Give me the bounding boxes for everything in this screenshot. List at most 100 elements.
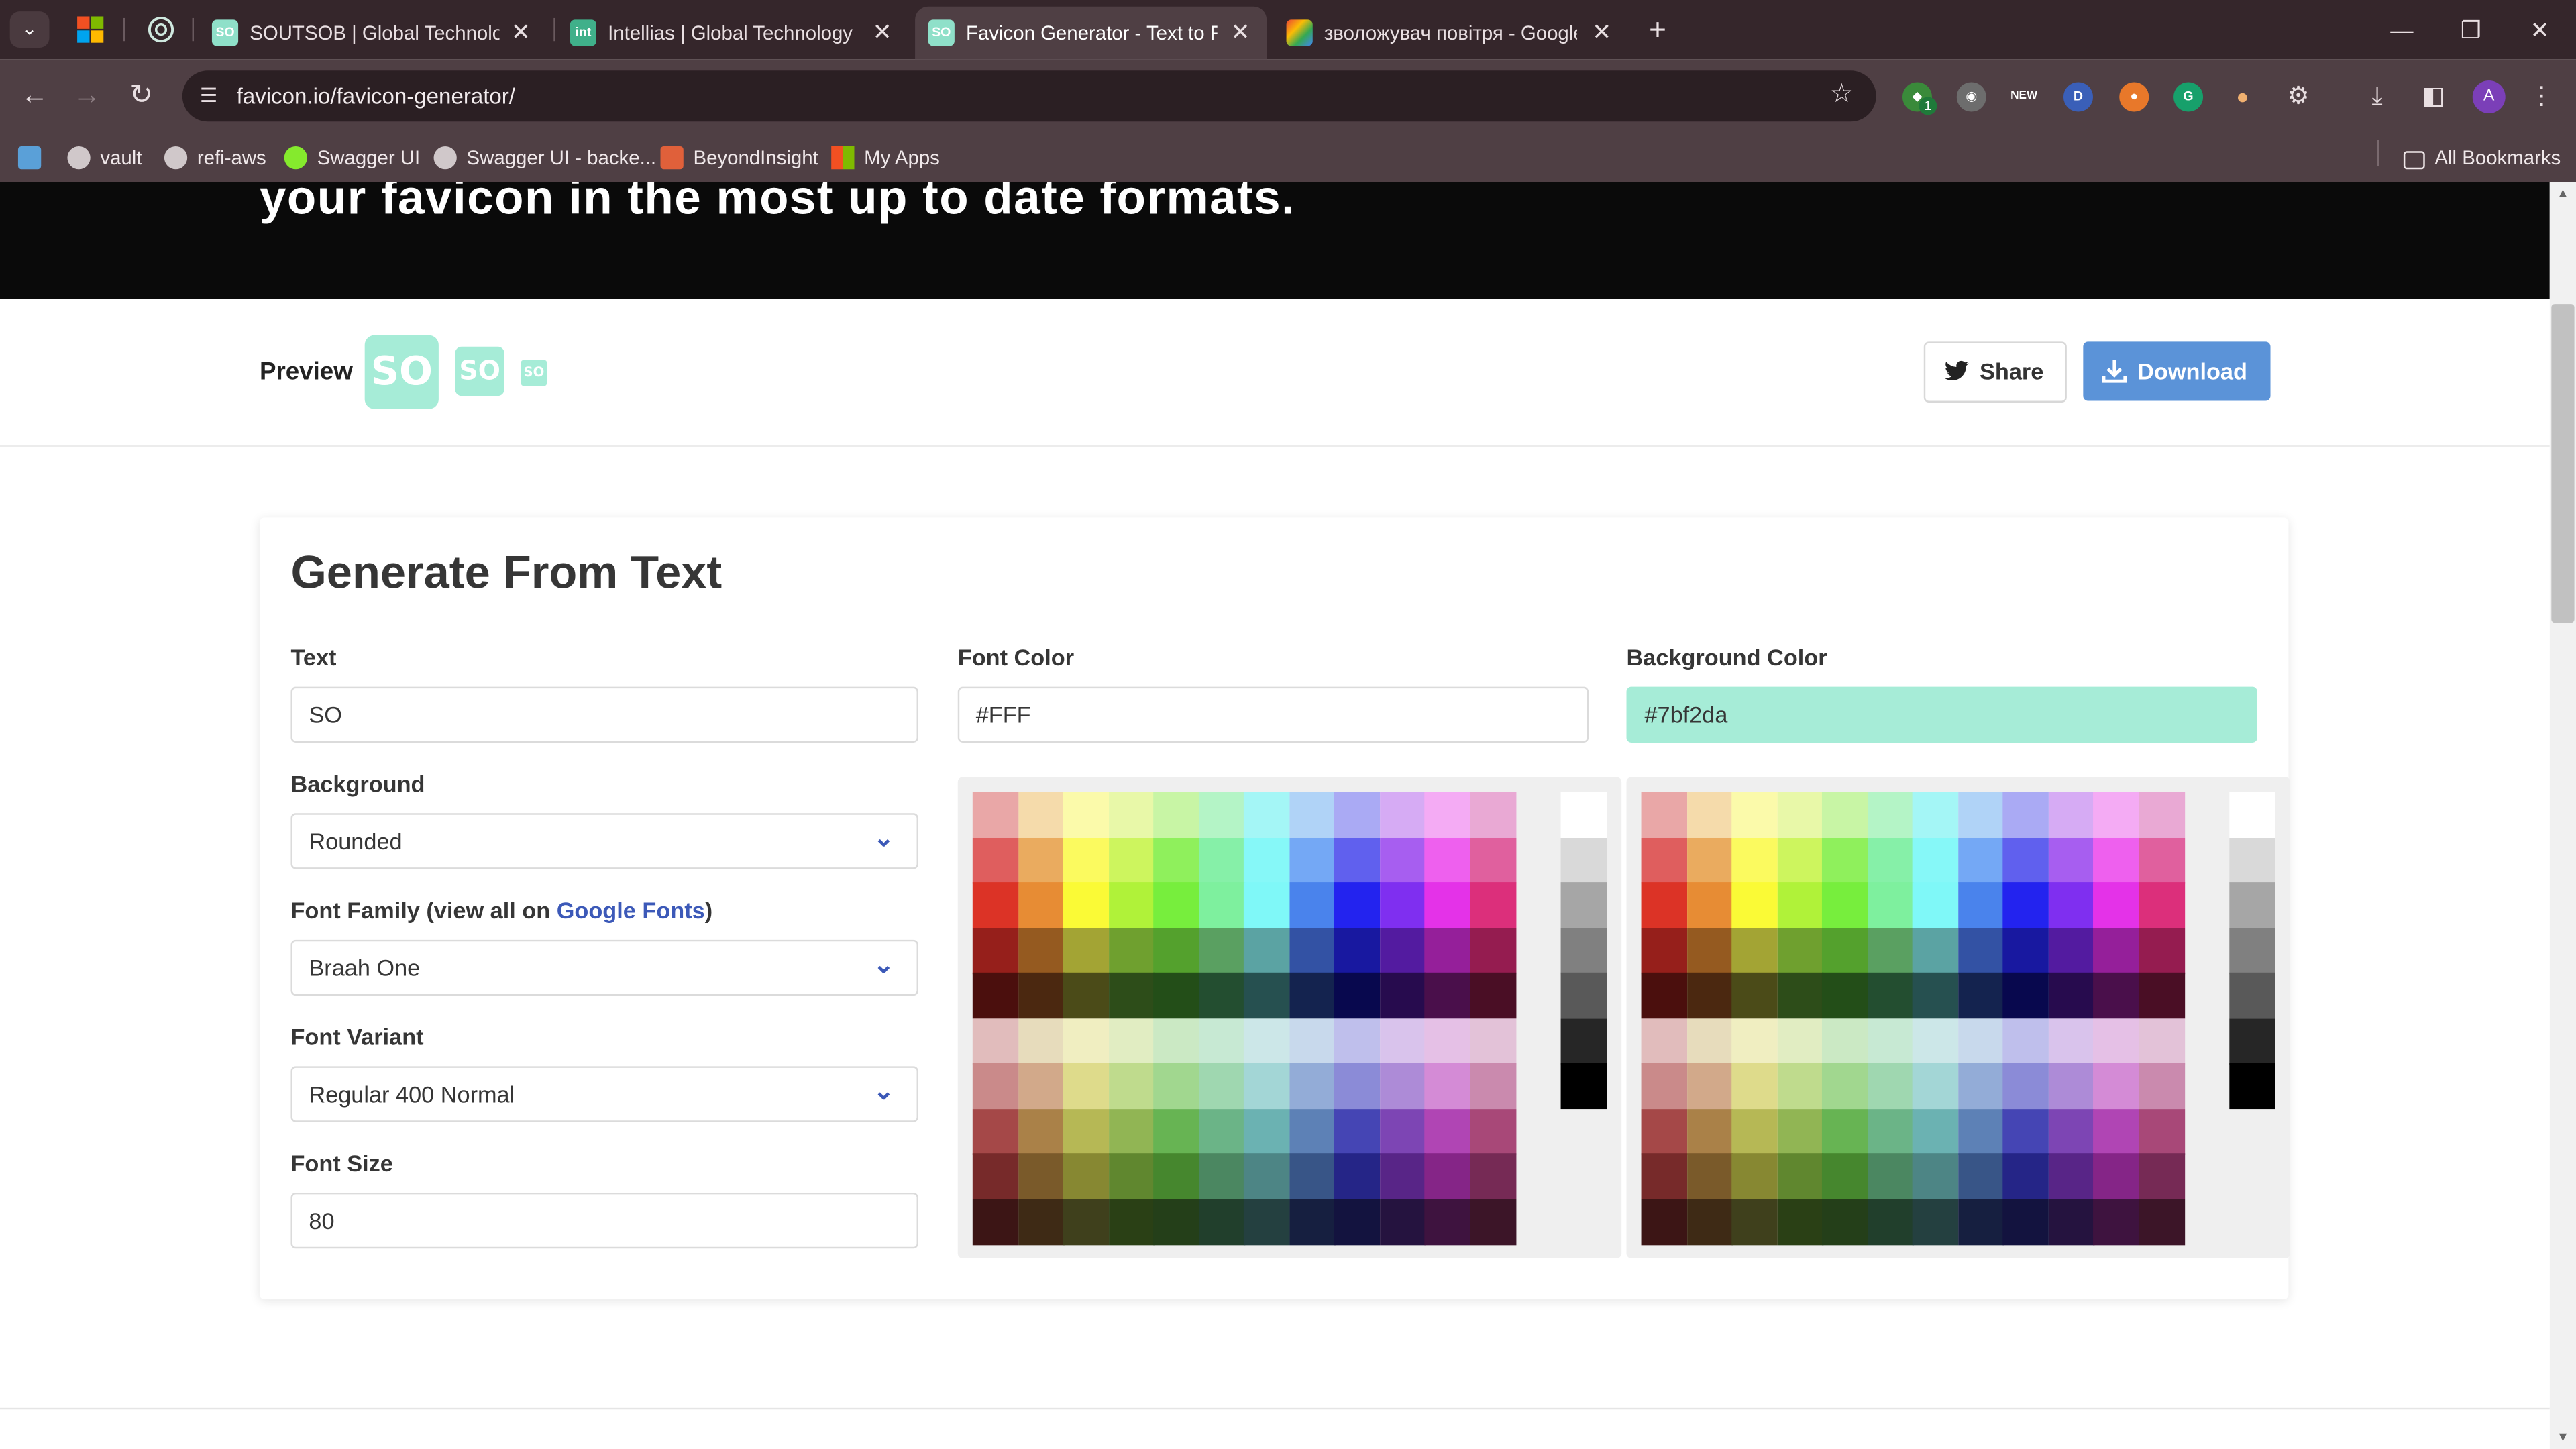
color-swatch[interactable] [1641, 1063, 1688, 1110]
color-swatch[interactable] [1821, 1198, 1868, 1245]
color-swatch[interactable] [1776, 792, 1823, 838]
color-swatch[interactable] [1957, 1153, 2004, 1199]
color-swatch[interactable] [1641, 1108, 1688, 1155]
color-swatch[interactable] [2093, 1153, 2139, 1199]
color-swatch[interactable] [2047, 972, 2094, 1019]
bookmark-star-icon[interactable]: ☆ [1827, 80, 1856, 110]
color-swatch[interactable] [1469, 792, 1516, 838]
color-swatch[interactable] [1018, 882, 1064, 928]
color-swatch[interactable] [1686, 1018, 1733, 1064]
color-swatch[interactable] [1153, 882, 1199, 928]
color-swatch[interactable] [1912, 1153, 1959, 1199]
color-swatch[interactable] [1867, 1153, 1913, 1199]
color-swatch[interactable] [1379, 1063, 1426, 1110]
color-swatch[interactable] [2002, 927, 2049, 974]
color-swatch[interactable] [2138, 1063, 2184, 1110]
color-swatch[interactable] [2138, 1198, 2184, 1245]
gray-swatch[interactable] [2229, 927, 2275, 974]
color-swatch[interactable] [1153, 927, 1199, 974]
color-swatch[interactable] [2002, 1108, 2049, 1155]
color-swatch[interactable] [1912, 882, 1959, 928]
color-swatch[interactable] [972, 1153, 1019, 1199]
color-swatch[interactable] [1821, 792, 1868, 838]
color-swatch[interactable] [1018, 972, 1064, 1019]
color-swatch[interactable] [1289, 1108, 1335, 1155]
color-swatch[interactable] [1821, 1153, 1868, 1199]
color-swatch[interactable] [2138, 1018, 2184, 1064]
color-swatch[interactable] [1957, 1063, 2004, 1110]
color-swatch[interactable] [1424, 1153, 1470, 1199]
minimize-button[interactable]: — [2369, 10, 2434, 50]
scroll-down-arrow-icon[interactable]: ▼ [2550, 1426, 2576, 1449]
color-swatch[interactable] [1731, 1198, 1778, 1245]
color-swatch[interactable] [2138, 1153, 2184, 1199]
color-swatch[interactable] [1018, 1198, 1064, 1245]
color-swatch[interactable] [1957, 1108, 2004, 1155]
color-swatch[interactable] [1018, 1063, 1064, 1110]
background-select[interactable]: Rounded ⌄ [290, 813, 918, 869]
color-swatch[interactable] [1867, 927, 1913, 974]
gray-swatch[interactable] [1560, 927, 1607, 974]
color-swatch[interactable] [1821, 1018, 1868, 1064]
color-swatch[interactable] [1912, 792, 1959, 838]
color-swatch[interactable] [1821, 837, 1868, 883]
color-swatch[interactable] [1424, 1198, 1470, 1245]
color-swatch[interactable] [1776, 927, 1823, 974]
color-swatch[interactable] [1641, 882, 1688, 928]
color-swatch[interactable] [1334, 1018, 1381, 1064]
color-swatch[interactable] [1379, 1198, 1426, 1245]
color-swatch[interactable] [1686, 1198, 1733, 1245]
color-swatch[interactable] [972, 1018, 1019, 1064]
gray-swatch[interactable] [1560, 1063, 1607, 1110]
color-swatch[interactable] [972, 1108, 1019, 1155]
download-button[interactable]: Download [2083, 341, 2271, 401]
microsoft-pinned-tab[interactable] [76, 15, 105, 44]
color-swatch[interactable] [1243, 792, 1290, 838]
color-swatch[interactable] [1108, 792, 1155, 838]
color-swatch[interactable] [1469, 972, 1516, 1019]
color-swatch[interactable] [1289, 1063, 1335, 1110]
color-swatch[interactable] [2047, 1153, 2094, 1199]
restore-button[interactable]: ❐ [2438, 10, 2504, 50]
color-swatch[interactable] [1424, 972, 1470, 1019]
side-panel-icon[interactable]: ◧ [2415, 79, 2451, 115]
color-swatch[interactable] [1334, 972, 1381, 1019]
color-swatch[interactable] [1379, 1153, 1426, 1199]
color-swatch[interactable] [1469, 1108, 1516, 1155]
color-swatch[interactable] [1198, 1153, 1245, 1199]
color-swatch[interactable] [1153, 972, 1199, 1019]
color-swatch[interactable] [1379, 837, 1426, 883]
close-window-button[interactable]: ✕ [2507, 10, 2573, 50]
color-swatch[interactable] [1289, 792, 1335, 838]
profile-avatar[interactable]: A [2472, 80, 2506, 113]
color-swatch[interactable] [2138, 1108, 2184, 1155]
color-swatch[interactable] [1957, 1018, 2004, 1064]
extension-icon-5[interactable]: ● [2119, 82, 2149, 112]
color-swatch[interactable] [2002, 837, 2049, 883]
color-swatch[interactable] [1424, 792, 1470, 838]
color-swatch[interactable] [2093, 972, 2139, 1019]
color-swatch[interactable] [2138, 792, 2184, 838]
color-swatch[interactable] [1686, 972, 1733, 1019]
color-swatch[interactable] [1334, 1063, 1381, 1110]
color-swatch[interactable] [1821, 1063, 1868, 1110]
color-swatch[interactable] [2047, 927, 2094, 974]
address-bar[interactable]: ☰ favicon.io/favicon-generator/ ☆ [182, 70, 1876, 122]
extension-icon-4[interactable]: D [2063, 82, 2094, 112]
color-swatch[interactable] [1243, 972, 1290, 1019]
color-swatch[interactable] [1334, 837, 1381, 883]
color-swatch[interactable] [2002, 1198, 2049, 1245]
color-swatch[interactable] [1867, 1063, 1913, 1110]
gray-swatch[interactable] [2229, 882, 2275, 928]
color-swatch[interactable] [2093, 792, 2139, 838]
color-swatch[interactable] [1731, 1063, 1778, 1110]
color-swatch[interactable] [1821, 972, 1868, 1019]
color-swatch[interactable] [1379, 1018, 1426, 1064]
color-swatch[interactable] [1289, 927, 1335, 974]
all-bookmarks[interactable]: All Bookmarks [2403, 142, 2561, 174]
extensions-puzzle-icon[interactable]: ⚙ [2280, 79, 2316, 115]
color-swatch[interactable] [2093, 837, 2139, 883]
color-swatch[interactable] [1198, 1198, 1245, 1245]
color-swatch[interactable] [1424, 1063, 1470, 1110]
color-swatch[interactable] [1641, 1198, 1688, 1245]
